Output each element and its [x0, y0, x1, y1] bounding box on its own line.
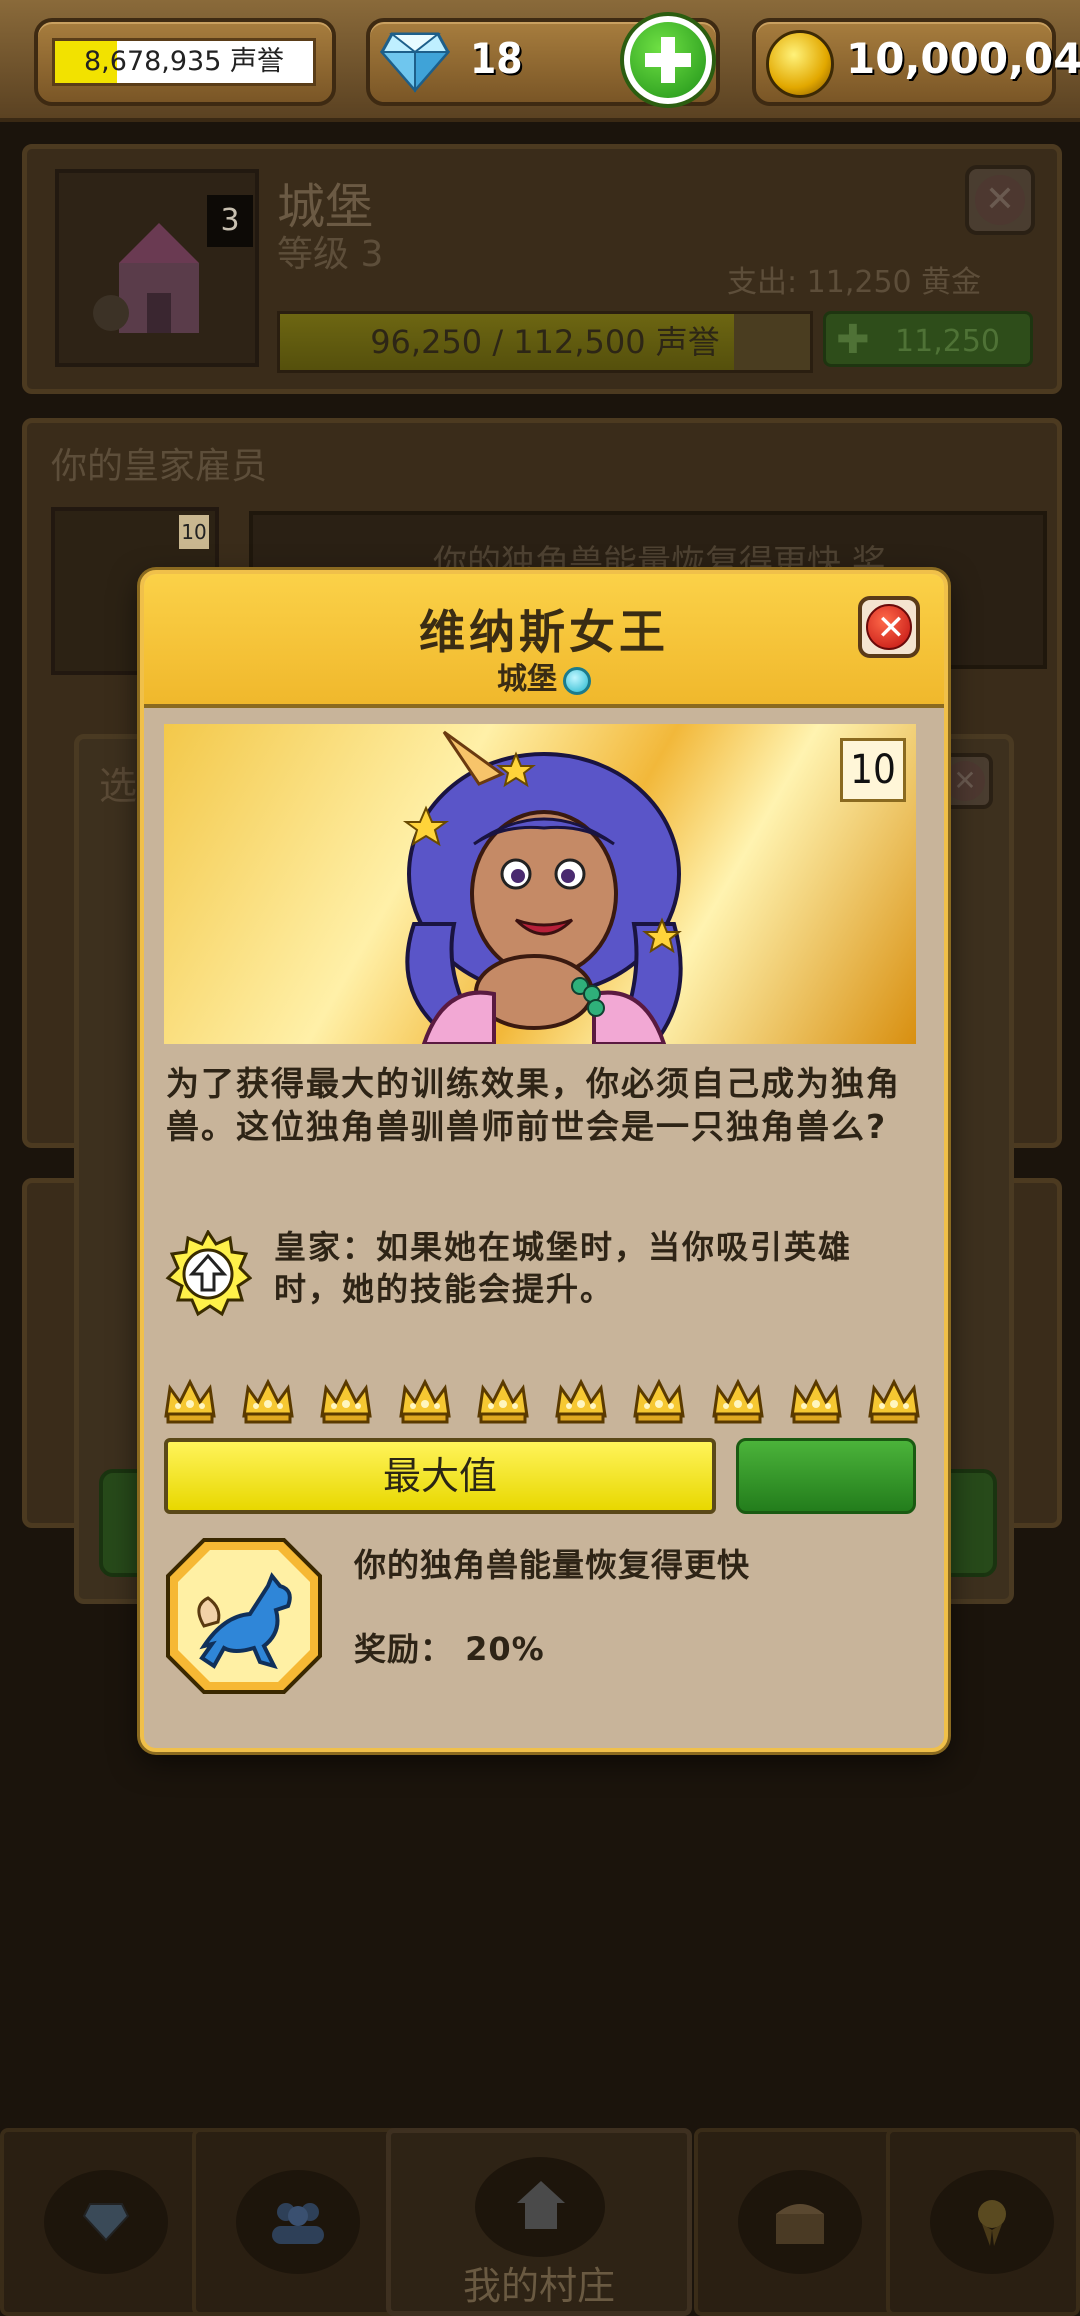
modal-header: 维纳斯女王 城堡 ✕ — [144, 574, 944, 708]
max-level-button[interactable]: 最大值 — [164, 1438, 716, 1514]
crown-icon — [242, 1378, 294, 1424]
modal-subtitle: 城堡 — [144, 654, 944, 698]
castle-progress-text: 96,250 / 112,500 声誉 — [370, 323, 720, 361]
castle-panel: 3 城堡 等级 3 支出: 11,250 黄金 96,250 / 112,500… — [22, 144, 1062, 394]
staff-level-badge: 10 — [179, 515, 209, 549]
people-icon — [272, 2203, 324, 2244]
crown-icon — [711, 1378, 764, 1424]
castle-level-badge: 3 — [207, 195, 253, 247]
nav-home-circle — [475, 2157, 605, 2257]
diamond-icon — [380, 32, 450, 93]
castle-progress-bar: 96,250 / 112,500 声誉 — [277, 311, 813, 373]
character-portrait: 10 — [164, 724, 916, 1044]
crown-icon — [633, 1378, 686, 1424]
character-modal: 维纳斯女王 城堡 ✕ 10 为了获得最大的训练效果，你必须自己成为独角兽。这位独… — [140, 570, 948, 1752]
crown-icon — [320, 1378, 373, 1424]
crown-icon — [555, 1378, 607, 1424]
crown-rating — [162, 1376, 922, 1424]
nav-home-label: 我的村庄 — [462, 2264, 615, 2308]
unicorn-skill-icon — [166, 1538, 322, 1694]
action-button[interactable] — [736, 1438, 916, 1514]
castle-upgrade-cost: 11,250 — [895, 324, 1000, 359]
close-icon: ✕ — [975, 175, 1025, 225]
up-arrow-badge-icon — [165, 1230, 252, 1317]
plus-icon: ✚ — [836, 317, 870, 363]
staff-title: 你的皇家雇员 — [51, 446, 268, 487]
royal-ability-text: 皇家：如果她在城堡时，当你吸引英雄时，她的技能会提升。 — [274, 1228, 853, 1308]
close-icon: ✕ — [945, 761, 985, 801]
reputation-text: 8,678,935 声誉 — [84, 46, 284, 77]
portrait-level-badge: 10 — [840, 738, 906, 802]
crown-icon — [398, 1378, 451, 1424]
medal-icon — [978, 2200, 1006, 2246]
gems-count: 18 — [470, 34, 523, 83]
teal-gem-icon — [563, 666, 591, 695]
crown-icon — [868, 1378, 920, 1424]
castle-upgrade-button[interactable]: ✚ 11,250 — [823, 311, 1033, 367]
nav-people-circle — [236, 2170, 360, 2274]
gold-counter[interactable]: 10,000,049 — [752, 18, 1080, 106]
nav-gem-circle — [44, 2170, 168, 2274]
nav-medal-circle — [930, 2170, 1054, 2274]
modal-title: 维纳斯女王 — [419, 605, 669, 659]
castle-spend: 支出: 11,250 黄金 — [727, 265, 982, 300]
modal-close-button[interactable]: ✕ — [858, 596, 920, 658]
crown-icon — [164, 1378, 216, 1424]
home-icon — [517, 2181, 565, 2229]
modal-subtitle-text: 城堡 — [497, 662, 557, 697]
crown-icon — [790, 1378, 842, 1424]
queen-venus-portrait — [402, 730, 683, 1044]
nav-chest[interactable] — [694, 2128, 904, 2316]
nav-home[interactable]: 我的村庄 — [386, 2128, 692, 2316]
reputation-bar: 8,678,935 声誉 — [52, 38, 316, 86]
reputation-counter[interactable]: 8,678,935 声誉 — [34, 18, 336, 106]
castle-close-button[interactable]: ✕ — [965, 165, 1035, 235]
castle-level-label: 等级 3 — [277, 234, 384, 275]
select-panel-title: 选 — [99, 764, 138, 808]
nav-people[interactable] — [192, 2128, 402, 2316]
nav-chest-circle — [738, 2170, 862, 2274]
character-description: 为了获得最大的训练效果，你必须自己成为独角兽。这位独角兽驯兽师前世会是一只独角兽… — [166, 1064, 901, 1146]
gold-coin-icon — [766, 30, 834, 98]
crown-icon — [477, 1378, 529, 1424]
gem-icon — [82, 2203, 130, 2242]
plus-icon — [630, 22, 706, 98]
nav-gems[interactable] — [0, 2128, 210, 2316]
close-icon: ✕ — [866, 604, 912, 650]
skill-description: 你的独角兽能量恢复得更快 — [354, 1546, 751, 1584]
gold-count: 10,000,049 — [846, 34, 1080, 83]
nav-medal[interactable] — [886, 2128, 1080, 2316]
chest-icon — [776, 2204, 824, 2244]
top-bar: 8,678,935 声誉 18 10,000,049 — [0, 0, 1080, 122]
skill-reward: 奖励： 20% — [354, 1630, 545, 1668]
buy-gems-button[interactable] — [620, 12, 716, 108]
castle-thumbnail[interactable]: 3 — [55, 169, 259, 367]
